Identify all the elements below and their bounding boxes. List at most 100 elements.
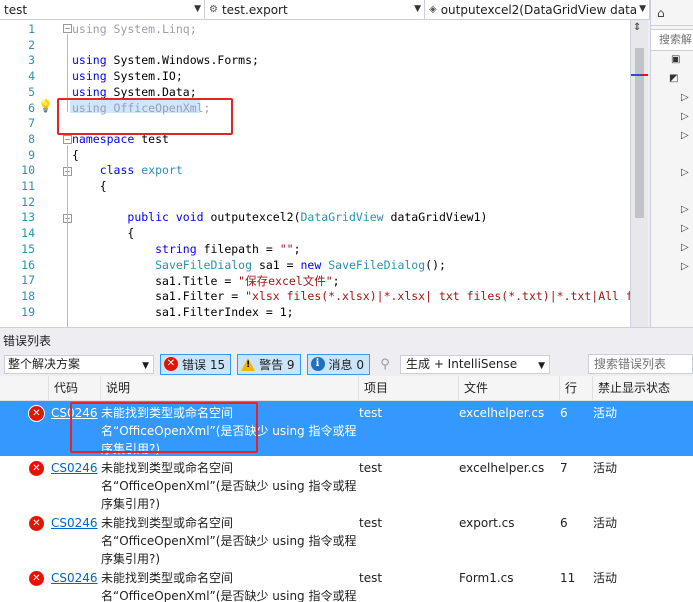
error-list-search-input[interactable]: 搜索错误列表 <box>588 354 693 374</box>
code-token: ; <box>332 274 340 289</box>
error-list-toolbar: 整个解决方案 ▼ ✕ 错误 15 ! 警告 9 i 消息 0 ⚲ 生成 + In… <box>0 352 693 376</box>
error-row[interactable]: ✕ CS0246 未能找到类型或命名空间名“OfficeOpenXml”(是否缺少 … <box>0 511 693 566</box>
messages-filter-label: 消息 0 <box>328 357 364 372</box>
tree-expander[interactable]: ▷ <box>651 242 693 261</box>
fold-guide <box>67 145 68 327</box>
fold-toggle-icon[interactable]: − <box>63 135 72 144</box>
error-description: 未能找到类型或命名空间名“OfficeOpenXml”(是否缺少 using 指… <box>101 516 357 566</box>
chevron-right-icon: ▷ <box>681 242 689 253</box>
tree-item-project[interactable]: ◩ <box>651 73 693 92</box>
code-token: "" <box>279 241 294 256</box>
chevron-right-icon: ▷ <box>681 223 689 234</box>
scope-dropdown-label: 整个解决方案 <box>8 356 81 371</box>
tree-expander[interactable]: ▷ <box>651 92 693 111</box>
code-token: ; <box>293 241 301 256</box>
code-token: System.IO; <box>106 69 183 84</box>
lightbulb-icon[interactable]: 💡 <box>38 99 53 113</box>
tree-expander[interactable]: ▷ <box>651 204 693 223</box>
tree-item-solution[interactable]: ▣ <box>651 54 693 73</box>
solution-explorer-toolbar: ⌂ <box>651 0 693 26</box>
column-header-file[interactable]: 文件 <box>458 376 559 401</box>
editor-vertical-scrollbar[interactable]: ⇕ <box>630 20 648 327</box>
code-token: SaveFileDialog <box>328 257 426 272</box>
error-code-link[interactable]: CS0246 <box>51 514 98 532</box>
error-code-link[interactable]: CS0246 <box>51 569 98 587</box>
error-row[interactable]: ✕ CS0246 未能找到类型或命名空间名“OfficeOpenXml”(是否缺少 … <box>0 456 693 511</box>
line-number: 15 <box>21 241 35 256</box>
code-line: using System.Windows.Forms; <box>72 53 259 67</box>
code-token: export <box>141 163 183 178</box>
error-project: test <box>359 571 383 585</box>
error-suppression-state: 活动 <box>593 461 618 475</box>
messages-filter-button[interactable]: i 消息 0 <box>306 353 370 375</box>
code-line: class export <box>72 163 183 177</box>
navigation-bar: test ▼ ⚙ test.export ▼ ◈ outputexcel2(Da… <box>0 0 650 20</box>
error-file: export.cs <box>459 516 515 530</box>
code-line: { <box>72 148 79 162</box>
code-line: public void outputexcel2(DataGridView da… <box>72 210 487 224</box>
column-header-description[interactable]: 说明 <box>100 376 358 401</box>
split-handle-icon[interactable]: ⇕ <box>633 22 641 33</box>
line-number: 6 <box>28 100 35 115</box>
annotation-box <box>70 402 258 453</box>
method-icon: ◈ <box>429 4 437 15</box>
code-token: using System.Linq; <box>72 22 197 36</box>
build-source-label: 生成 + IntelliSense <box>406 356 518 371</box>
error-code-link[interactable]: CS0246 <box>51 459 98 477</box>
error-project: test <box>359 406 383 420</box>
column-header-line[interactable]: 行 <box>559 376 592 401</box>
code-token: new <box>300 257 322 272</box>
code-token: "xlsx files(*.xlsx)|*.xlsx| txt files(*.… <box>245 288 630 303</box>
line-number: 16 <box>21 257 35 272</box>
tree-expander[interactable]: ▷ <box>651 223 693 242</box>
code-token: using <box>72 53 107 68</box>
project-dropdown[interactable]: test ▼ <box>0 0 205 19</box>
home-icon[interactable]: ⌂ <box>657 6 665 20</box>
code-token: sa1.Title = <box>72 274 239 289</box>
line-number: 7 <box>28 116 35 131</box>
code-line: string filepath = ""; <box>72 241 301 256</box>
code-token: sa1 = <box>252 257 301 272</box>
column-header-project[interactable]: 项目 <box>358 376 458 401</box>
column-header-suppression[interactable]: 禁止显示状态 <box>592 376 693 401</box>
code-token: (); <box>425 257 446 272</box>
code-line: using System.IO; <box>72 69 183 83</box>
chevron-down-icon: ▼ <box>142 360 149 371</box>
error-file: excelhelper.cs <box>459 406 545 420</box>
line-number: 1 <box>28 22 35 36</box>
error-row[interactable]: ✕ CS0246 未能找到类型或命名空间名“OfficeOpenXml”(是否缺少 … <box>0 566 693 602</box>
member-dropdown[interactable]: ◈ outputexcel2(DataGridView data ▼ <box>425 0 650 19</box>
warnings-filter-button[interactable]: ! 警告 9 <box>237 353 301 375</box>
build-source-dropdown[interactable]: 生成 + IntelliSense ▼ <box>400 354 550 374</box>
filter-funnel-icon[interactable]: ⚲ <box>376 357 394 372</box>
errors-filter-label: 错误 15 <box>182 357 226 372</box>
scope-dropdown[interactable]: 整个解决方案 ▼ <box>4 354 154 374</box>
column-header-code[interactable]: 代码 <box>48 376 100 401</box>
chevron-right-icon: ▷ <box>681 204 689 215</box>
chevron-down-icon: ▼ <box>639 4 646 14</box>
code-token: public void <box>127 210 204 225</box>
errors-filter-button[interactable]: ✕ 错误 15 <box>160 353 232 375</box>
error-line: 7 <box>560 461 568 475</box>
chevron-right-icon: ▷ <box>681 111 689 122</box>
error-project: test <box>359 461 383 475</box>
chevron-right-icon: ▷ <box>681 167 689 178</box>
class-dropdown[interactable]: ⚙ test.export ▼ <box>205 0 425 19</box>
code-token: System.Data; <box>106 84 197 99</box>
tree-expander[interactable]: ▷ <box>651 167 693 186</box>
error-line: 6 <box>560 406 568 420</box>
code-token: using <box>72 69 107 84</box>
member-dropdown-label: outputexcel2(DataGridView data <box>440 2 638 17</box>
code-editor[interactable]: 12345678910111213141516171819 💡 − − − − … <box>0 20 630 327</box>
tree-expander[interactable]: ▷ <box>651 111 693 130</box>
tree-expander[interactable]: ▷ <box>651 261 693 280</box>
solution-search-input[interactable]: 搜索解 <box>651 29 693 51</box>
fold-toggle-icon[interactable]: − <box>63 24 72 33</box>
error-icon: ✕ <box>29 406 44 421</box>
tree-expander[interactable]: ▷ <box>651 130 693 149</box>
chevron-right-icon: ▷ <box>681 130 689 141</box>
code-line: { <box>72 179 107 193</box>
error-suppression-state: 活动 <box>593 406 618 420</box>
code-token: class <box>99 163 135 178</box>
